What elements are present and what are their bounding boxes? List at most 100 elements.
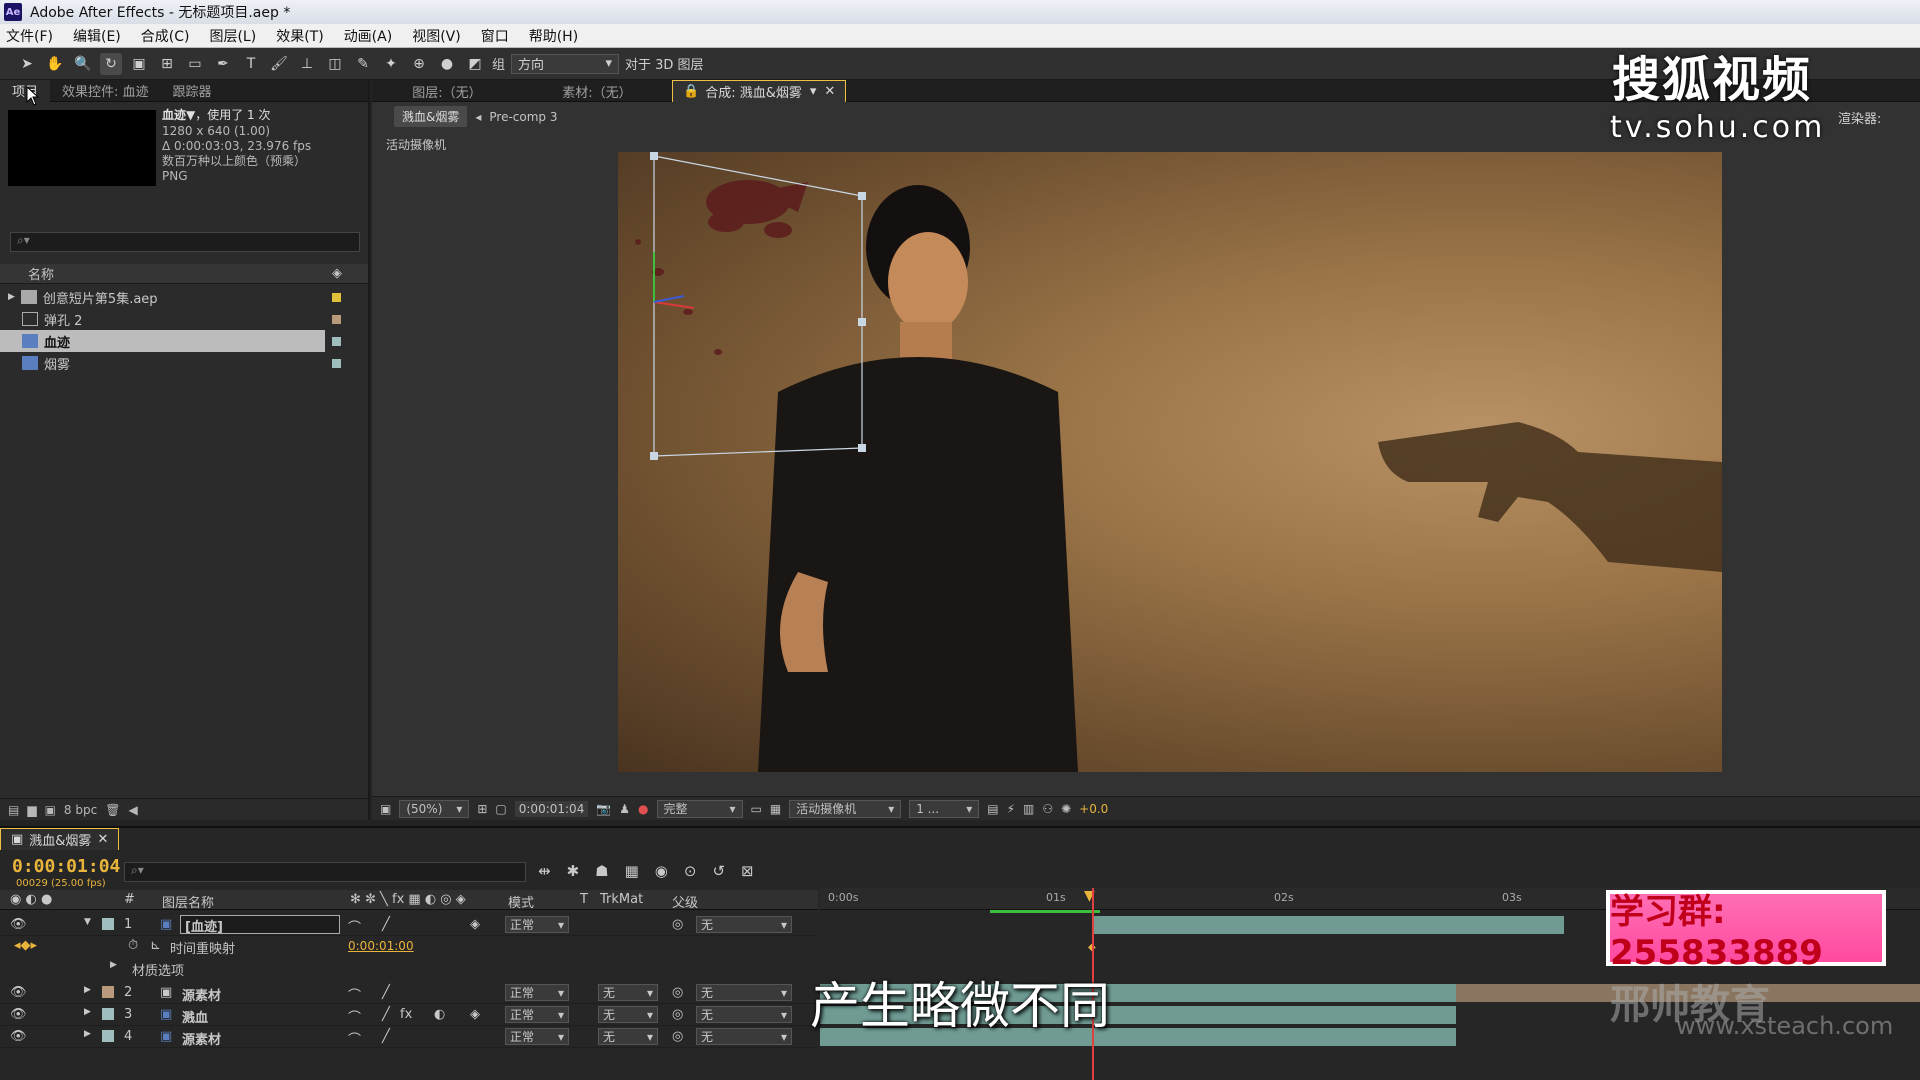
motion-blur-icon[interactable]: ◉	[655, 862, 668, 880]
label-color-swatch[interactable]	[332, 315, 341, 324]
tab-footage-viewer[interactable]: 素材:（无）	[522, 80, 672, 102]
new-composition-icon[interactable]: ▣	[45, 803, 56, 817]
label-column-icon[interactable]: ◈	[332, 266, 342, 281]
frame-blending-icon[interactable]: ▦	[625, 862, 639, 880]
time-remap-value[interactable]: 0:00:01:00	[348, 939, 414, 953]
flowchart-icon[interactable]: ⚇	[1042, 802, 1053, 816]
tab-effect-controls[interactable]: 效果控件: 血迹	[50, 80, 161, 102]
blend-mode-select[interactable]: 正常 ▾	[505, 916, 569, 933]
puppet-tool-icon[interactable]: ✦	[380, 53, 402, 75]
column-mode[interactable]: 模式	[508, 892, 534, 911]
project-item-smoke[interactable]: 烟雾	[0, 352, 325, 374]
channel-icon[interactable]: ●	[638, 802, 648, 816]
column-t[interactable]: T	[580, 892, 588, 907]
quality-switch-icon[interactable]: ╱	[382, 917, 390, 932]
transparency-grid-icon[interactable]: ▦	[770, 802, 781, 816]
orientation-select[interactable]: 方向 ▾	[511, 53, 620, 74]
label-color-swatch[interactable]	[332, 359, 341, 368]
timeline-tab[interactable]: ▣ 溅血&烟雾 ✕	[0, 828, 120, 850]
column-number[interactable]: #	[124, 892, 135, 907]
keyframe-nav-icon[interactable]: ◂◆▸	[14, 938, 37, 953]
menu-effect[interactable]: 效果(T)	[276, 26, 323, 46]
tab-layer-viewer[interactable]: 图层:（无）	[372, 80, 522, 102]
rectangle-tool-icon[interactable]: ▭	[184, 53, 206, 75]
menu-file[interactable]: 文件(F)	[6, 26, 53, 46]
menu-edit[interactable]: 编辑(E)	[73, 26, 121, 46]
region-of-interest-icon[interactable]: ▭	[751, 802, 762, 816]
toggle-pixel-aspect-icon[interactable]: ▤	[987, 802, 998, 816]
breadcrumb-precomp[interactable]: Pre-comp 3	[489, 110, 557, 124]
column-parent[interactable]: 父级	[672, 892, 698, 911]
close-icon[interactable]: ✕	[824, 84, 835, 99]
brush-tool-icon[interactable]: 🖌	[268, 53, 290, 75]
menu-animation[interactable]: 动画(A)	[344, 26, 393, 46]
column-trkmat[interactable]: TrkMat	[600, 892, 643, 907]
bit-depth-button[interactable]: 8 bpc	[64, 803, 97, 817]
mask-visibility-icon[interactable]: ▢	[495, 802, 506, 816]
timeline-search-input[interactable]: ⌕▾	[124, 862, 526, 882]
trash-icon[interactable]: 🗑	[105, 803, 120, 817]
always-preview-icon[interactable]: ▣	[380, 802, 391, 816]
live-update-icon[interactable]: ⊠	[741, 862, 754, 880]
draft-3d-icon[interactable]: ✱	[567, 862, 580, 880]
fast-previews-icon[interactable]: ⚡	[1007, 802, 1015, 816]
project-search-input[interactable]: ⌕▾	[10, 232, 360, 252]
safe-zones-icon[interactable]: ⊞	[477, 802, 487, 816]
tab-composition-viewer[interactable]: 🔒 合成: 溅血&烟雾 ▾ ✕	[672, 80, 847, 102]
pan-behind-tool-icon[interactable]: ⊞	[156, 53, 178, 75]
project-item-folder[interactable]: ▶ 创意短片第5集.aep	[0, 286, 325, 308]
hand-tool-icon[interactable]: ✋	[44, 53, 66, 75]
view-layout-select[interactable]: 1 ... ▾	[909, 799, 980, 818]
timeline-icon[interactable]: ▥	[1023, 802, 1034, 816]
current-time-display[interactable]: 0:00:01:04	[514, 800, 589, 817]
graph-icon[interactable]: ⊾	[150, 938, 161, 953]
breadcrumb-current-comp[interactable]: 溅血&烟雾	[394, 106, 468, 127]
comp-mini-flowchart-icon[interactable]: ⇹	[538, 862, 551, 880]
magnification-select[interactable]: (50%) ▾	[399, 799, 470, 818]
tab-tracker[interactable]: 跟踪器	[161, 80, 224, 102]
layer-label-swatch[interactable]	[102, 918, 114, 930]
item-name-text[interactable]: 血迹▼	[162, 108, 195, 122]
disclosure-triangle-icon[interactable]: ▶	[8, 292, 15, 302]
text-tool-icon[interactable]: T	[240, 53, 262, 75]
menu-window[interactable]: 窗口	[481, 26, 509, 46]
shy-layers-icon[interactable]: ☗	[595, 862, 608, 880]
layer-disclosure-icon[interactable]: ▼	[84, 917, 91, 927]
label-color-swatch[interactable]	[332, 337, 341, 346]
lock-icon[interactable]: 🔒	[683, 84, 699, 99]
camera-view-select[interactable]: 活动摄像机 ▾	[789, 799, 902, 818]
scroll-left-icon[interactable]: ◀	[128, 803, 137, 817]
resolution-select[interactable]: 完整 ▾	[656, 799, 743, 818]
eraser-tool-icon[interactable]: ◫	[324, 53, 346, 75]
label-color-swatch[interactable]	[332, 293, 341, 302]
brainstorm-icon[interactable]: ↺	[712, 862, 725, 880]
time-remap-row[interactable]: ◂◆▸ ⏱ ⊾ 时间重映射 0:00:01:00	[0, 936, 818, 958]
exposure-value[interactable]: +0.0	[1079, 802, 1108, 816]
zoom-tool-icon[interactable]: 🔍	[72, 53, 94, 75]
camera-tool-icon[interactable]: ▣	[128, 53, 150, 75]
rotate-tool-icon[interactable]: ↻	[100, 52, 122, 75]
show-snapshot-icon[interactable]: ♟	[619, 802, 630, 816]
exposure-icon[interactable]: ✺	[1061, 802, 1071, 816]
view-axis-icon[interactable]: ◩	[464, 53, 486, 75]
local-axis-icon[interactable]: ⊕	[408, 53, 430, 75]
composition-frame[interactable]	[618, 152, 1722, 772]
graph-editor-icon[interactable]: ⊙	[684, 862, 697, 880]
project-item-blood[interactable]: 血迹	[0, 330, 325, 352]
menu-layer[interactable]: 图层(L)	[209, 26, 256, 46]
clone-stamp-tool-icon[interactable]: ⊥	[296, 53, 318, 75]
project-item-bullet-hole[interactable]: 弹孔 2	[0, 308, 325, 330]
selection-tool-icon[interactable]: ➤	[16, 53, 38, 75]
close-icon[interactable]: ✕	[97, 832, 108, 847]
timeline-current-time[interactable]: 0:00:01:04	[12, 856, 120, 877]
tab-project[interactable]: 项目	[0, 79, 51, 102]
parent-select[interactable]: 无 ▾	[696, 916, 792, 933]
column-layer-name[interactable]: 图层名称	[162, 892, 214, 911]
stopwatch-icon[interactable]: ⏱	[128, 938, 138, 953]
column-name[interactable]: 名称	[28, 264, 54, 283]
snapshot-icon[interactable]: 📷	[596, 802, 611, 816]
pick-whip-icon[interactable]: ◎	[672, 917, 683, 932]
visibility-eye-icon[interactable]: 👁	[10, 917, 27, 932]
layer-row-1[interactable]: 👁 ▼ 1 ▣ [血迹] ⌒ ╱ ◈ 正常 ▾ ◎ 无 ▾	[0, 914, 818, 936]
shy-switch-icon[interactable]: ⌒	[348, 917, 361, 936]
